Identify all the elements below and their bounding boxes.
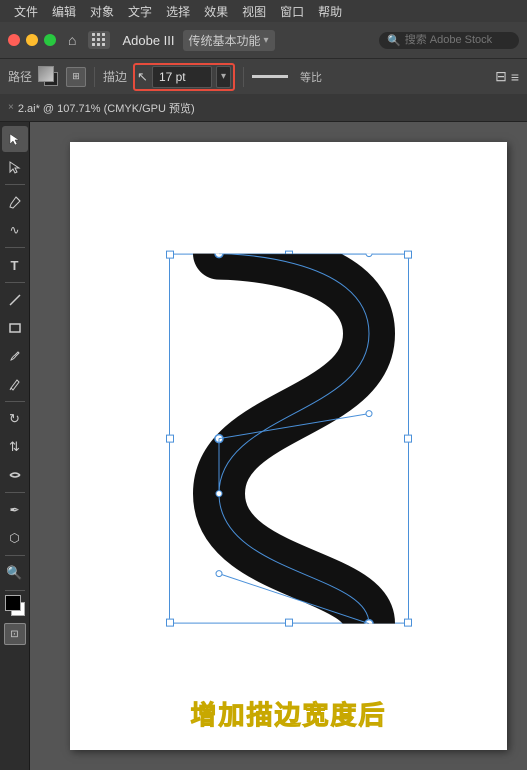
tool-rotate[interactable]: ↻ xyxy=(2,406,28,432)
stroke-color-selector[interactable] xyxy=(38,66,60,88)
line-tool-icon xyxy=(8,293,22,307)
menu-view[interactable]: 视图 xyxy=(236,1,272,22)
adobe-label: Adobe III xyxy=(122,33,174,48)
toolbar: 路径 ⊞ 描边 ↖ 17 pt ▾ 等比 ⊟ ≡ xyxy=(0,58,527,94)
tab-bar: × 2.ai* @ 107.71% (CMYK/GPU 预览) xyxy=(0,94,527,122)
main-layout: ∿ T xyxy=(0,122,527,770)
tool-direct-selection[interactable] xyxy=(2,154,28,180)
stroke-width-highlight: ↖ 17 pt ▾ xyxy=(133,63,235,91)
tool-separator-4 xyxy=(5,401,25,402)
equal-ratio-label: 等比 xyxy=(300,69,322,85)
reflect-icon: ⇅ xyxy=(9,439,20,455)
title-bar: ⌂ Adobe III 传统基本功能 ▾ 🔍 xyxy=(0,22,527,58)
caption: 增加描边宽度后 xyxy=(70,695,507,732)
tool-separator-1 xyxy=(5,184,25,185)
tool-pen[interactable] xyxy=(2,189,28,215)
rectangle-tool-icon xyxy=(8,321,22,335)
workspace-chevron-icon: ▾ xyxy=(264,35,269,46)
tool-eyedropper[interactable]: ✒ xyxy=(2,497,28,523)
tab-close-button[interactable]: × xyxy=(8,102,14,113)
rotate-icon: ↻ xyxy=(9,411,20,427)
toolbar-separator-2 xyxy=(243,67,244,87)
left-toolbar: ∿ T xyxy=(0,122,30,770)
tool-selection[interactable] xyxy=(2,126,28,152)
type-icon: T xyxy=(11,258,19,273)
workspace-name-label: 传统基本功能 xyxy=(189,32,261,49)
tool-separator-5 xyxy=(5,492,25,493)
tool-pencil[interactable] xyxy=(2,371,28,397)
menu-select[interactable]: 选择 xyxy=(160,1,196,22)
search-input[interactable] xyxy=(405,34,511,46)
tab-title: 2.ai* @ 107.71% (CMYK/GPU 预览) xyxy=(18,100,195,116)
swap-icon: ⊡ xyxy=(10,629,18,640)
pen-tool-icon xyxy=(8,195,22,209)
menu-file[interactable]: 文件 xyxy=(8,1,44,22)
stroke-unit-chevron-icon: ▾ xyxy=(221,71,226,82)
minimize-button[interactable] xyxy=(26,34,38,46)
shape-container xyxy=(169,254,409,624)
maximize-button[interactable] xyxy=(44,34,56,46)
align-menu-icon[interactable]: ≡ xyxy=(511,69,519,85)
stroke-unit-dropdown[interactable]: ▾ xyxy=(216,66,231,88)
tool-separator-6 xyxy=(5,555,25,556)
menu-text[interactable]: 文字 xyxy=(122,1,158,22)
tool-paintbucket[interactable]: ⬡ xyxy=(2,525,28,551)
color-pair[interactable] xyxy=(3,595,27,619)
tool-separator-7 xyxy=(5,590,25,591)
traffic-lights xyxy=(8,34,56,46)
tool-separator-3 xyxy=(5,282,25,283)
tool-width[interactable] xyxy=(2,462,28,488)
canvas-document: 增加描边宽度后 xyxy=(70,142,507,750)
menu-effect[interactable]: 效果 xyxy=(198,1,234,22)
stroke-label: 描边 xyxy=(103,68,127,85)
stroke-width-value: 17 pt xyxy=(159,70,186,84)
paintbucket-icon: ⬡ xyxy=(9,531,19,545)
cursor-icon: ↖ xyxy=(137,69,148,85)
tool-curvature[interactable]: ∿ xyxy=(2,217,28,243)
paintbrush-icon xyxy=(8,349,22,363)
menu-help[interactable]: 帮助 xyxy=(312,1,348,22)
menu-edit[interactable]: 编辑 xyxy=(46,1,82,22)
stroke-width-input[interactable]: 17 pt xyxy=(152,66,212,88)
tool-line[interactable] xyxy=(2,287,28,313)
stroke-line-preview xyxy=(252,66,292,88)
stroke-options-button[interactable]: ⊞ xyxy=(66,67,86,87)
curvature-icon: ∿ xyxy=(9,223,19,237)
swap-stroke-fill-button[interactable]: ⊡ xyxy=(4,623,26,645)
home-icon[interactable]: ⌂ xyxy=(68,32,76,48)
tool-zoom[interactable]: 🔍 xyxy=(2,560,28,586)
tool-separator-2 xyxy=(5,247,25,248)
width-tool-icon xyxy=(8,468,22,482)
tool-type[interactable]: T xyxy=(2,252,28,278)
stroke-options-icon: ⊞ xyxy=(72,71,80,82)
zoom-icon: 🔍 xyxy=(6,565,22,581)
tool-paintbrush[interactable] xyxy=(2,343,28,369)
toolbar-separator-1 xyxy=(94,67,95,87)
tool-reflect[interactable]: ⇅ xyxy=(2,434,28,460)
menu-object[interactable]: 对象 xyxy=(84,1,120,22)
selection-tool-icon xyxy=(8,132,22,146)
tool-rectangle[interactable] xyxy=(2,315,28,341)
search-bar[interactable]: 🔍 xyxy=(379,32,519,49)
eyedropper-icon: ✒ xyxy=(9,503,19,517)
workspace-name[interactable]: 传统基本功能 ▾ xyxy=(183,30,275,51)
grid-icon xyxy=(92,33,106,47)
direct-selection-icon xyxy=(8,160,22,174)
menu-window[interactable]: 窗口 xyxy=(274,1,310,22)
search-icon: 🔍 xyxy=(387,34,401,47)
foreground-color[interactable] xyxy=(5,595,21,611)
menu-bar: 文件 编辑 对象 文字 选择 效果 视图 窗口 帮助 xyxy=(0,0,527,22)
canvas-area[interactable]: 增加描边宽度后 xyxy=(30,122,527,770)
workspace-grid-button[interactable] xyxy=(88,31,110,49)
path-label: 路径 xyxy=(8,68,32,85)
align-left-icon[interactable]: ⊟ xyxy=(495,68,507,85)
pencil-icon xyxy=(8,377,22,391)
close-button[interactable] xyxy=(8,34,20,46)
shape-svg xyxy=(169,254,409,624)
